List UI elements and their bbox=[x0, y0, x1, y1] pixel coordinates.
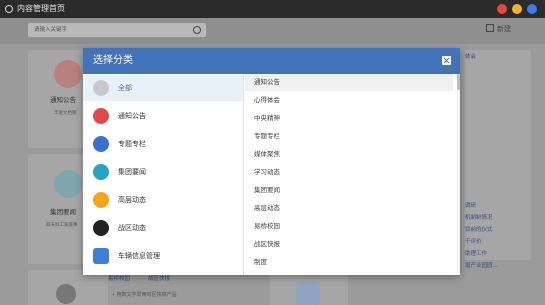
subcategory-item[interactable]: 通知公告 bbox=[245, 74, 453, 91]
category-item[interactable]: 通知公告 bbox=[83, 103, 243, 129]
subcategory-item[interactable]: 制度 bbox=[245, 254, 453, 271]
category-label: 专题专栏 bbox=[118, 140, 146, 148]
category-item[interactable]: 集团要闻 bbox=[83, 159, 243, 185]
category-item[interactable]: 高层动态 bbox=[83, 187, 243, 213]
subcategory-item[interactable]: 心得体会 bbox=[245, 92, 453, 109]
scrollbar-thumb[interactable] bbox=[457, 74, 460, 90]
github-icon bbox=[93, 220, 109, 236]
dialog-header: 选择分类 bbox=[83, 48, 460, 74]
window-title: 内容管理首页 bbox=[17, 4, 65, 13]
subcategory-list: 通知公告 心得体会 中央精神 专题专栏 媒体聚焦 学习动态 集团要闻 高层动态 易桥校园 战区快报… bbox=[245, 74, 460, 275]
category-item[interactable]: 战区动态 bbox=[83, 215, 243, 241]
window-minimize-button[interactable] bbox=[512, 4, 522, 14]
app-icon bbox=[5, 5, 13, 13]
category-item[interactable]: 专题专栏 bbox=[83, 131, 243, 157]
subcategory-item[interactable]: 战区快报 bbox=[245, 236, 453, 253]
category-label: 通知公告 bbox=[118, 112, 146, 120]
megaphone-icon bbox=[93, 108, 109, 124]
subcategory-item[interactable]: 学习动态 bbox=[245, 164, 453, 181]
category-label: 集团要闻 bbox=[118, 168, 146, 176]
main-page: 请输入关键字 新建 通知公告 丰富文档随 集团要闻 四天料工家庭事 体会 调研机… bbox=[0, 18, 545, 305]
category-dialog: 选择分类 全部通知公告专题专栏集团要闻高层动态战区动态车辆信息管理最新公告 通知… bbox=[83, 48, 460, 275]
window-close-button[interactable] bbox=[497, 4, 507, 14]
window-maximize-button[interactable] bbox=[527, 4, 537, 14]
close-icon[interactable] bbox=[442, 56, 451, 65]
category-label: 车辆信息管理 bbox=[118, 252, 160, 260]
category-item[interactable]: 最新公告 bbox=[83, 271, 243, 275]
subcategory-item[interactable]: 专题专栏 bbox=[245, 128, 453, 145]
subcategory-item[interactable]: 中央精神 bbox=[245, 110, 453, 127]
pane-divider bbox=[243, 74, 244, 275]
subcategory-item[interactable]: 易桥校园 bbox=[245, 218, 453, 235]
window-titlebar: 内容管理首页 bbox=[0, 0, 545, 18]
category-label: 战区动态 bbox=[118, 224, 146, 232]
subcategory-item[interactable]: 高层动态 bbox=[245, 200, 453, 217]
subcategory-scrollbar[interactable] bbox=[457, 74, 460, 275]
dialog-title: 选择分类 bbox=[93, 55, 133, 66]
subcategory-item[interactable]: 媒体聚焦 bbox=[245, 146, 453, 163]
category-label: 全部 bbox=[118, 84, 132, 92]
bookmark-icon bbox=[93, 136, 109, 152]
subcategory-item[interactable]: 集团要闻 bbox=[245, 182, 453, 199]
layers-icon bbox=[93, 164, 109, 180]
category-item[interactable]: 全部 bbox=[83, 75, 243, 101]
category-label: 最新公告 bbox=[118, 271, 146, 275]
category-item[interactable]: 车辆信息管理 bbox=[83, 243, 243, 269]
category-label: 高层动态 bbox=[118, 196, 146, 204]
list-icon bbox=[93, 80, 109, 96]
category-list: 全部通知公告专题专栏集团要闻高层动态战区动态车辆信息管理最新公告 bbox=[83, 74, 243, 275]
window-controls bbox=[497, 4, 537, 14]
lock-icon bbox=[93, 192, 109, 208]
clipboard-icon bbox=[93, 248, 109, 264]
